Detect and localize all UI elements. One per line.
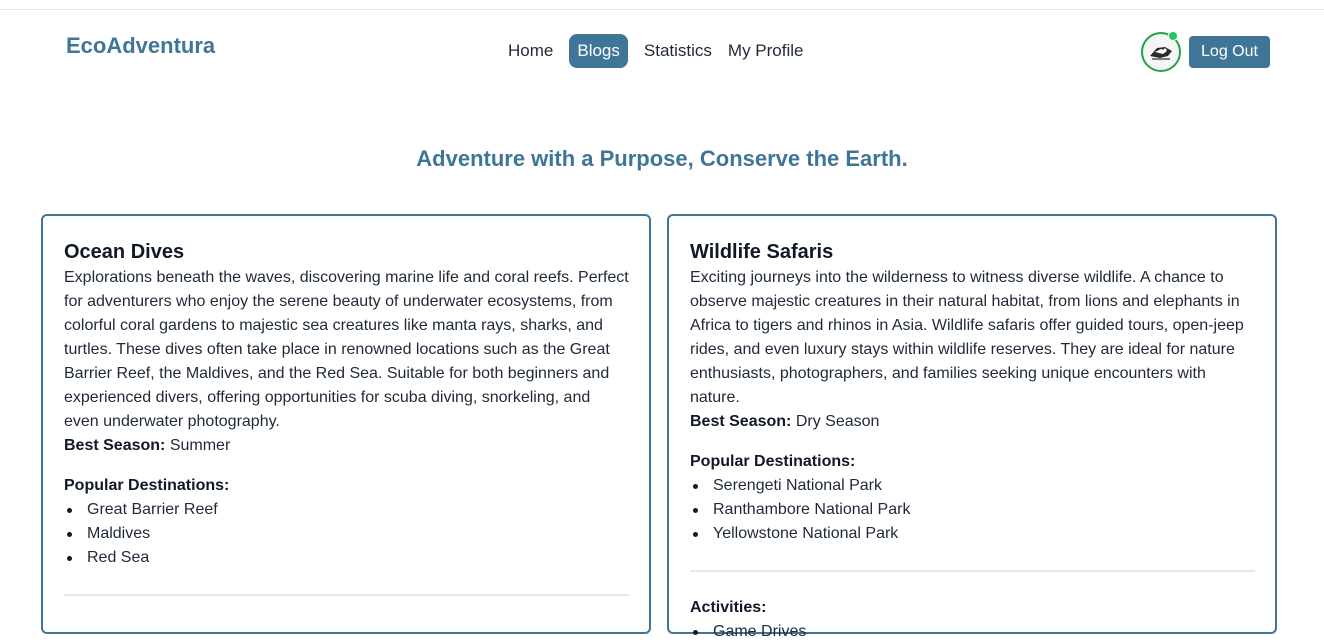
list-item: Serengeti National Park xyxy=(690,474,1255,498)
nav-my-profile[interactable]: My Profile xyxy=(720,37,812,65)
list-item: Game Drives xyxy=(690,620,1255,644)
list-item: Ranthambore National Park xyxy=(690,498,1255,522)
nav-blogs[interactable]: Blogs xyxy=(569,34,628,68)
nav-home[interactable]: Home xyxy=(500,37,561,65)
main-nav: Home Blogs Statistics My Profile xyxy=(500,34,812,68)
best-season-value: Summer xyxy=(169,437,231,454)
best-season-value: Dry Season xyxy=(795,413,880,430)
best-season: Best Season: Summer xyxy=(64,434,629,458)
destinations-heading: Popular Destinations: xyxy=(64,477,230,494)
brand-logo[interactable]: EcoAdventura xyxy=(66,33,215,59)
card-title: Ocean Dives xyxy=(64,241,185,263)
top-divider xyxy=(0,9,1324,10)
card-description: Explorations beneath the waves, discover… xyxy=(64,269,629,430)
nav-statistics[interactable]: Statistics xyxy=(636,37,720,65)
destinations-list: Great Barrier Reef Maldives Red Sea xyxy=(64,498,629,570)
best-season-label: Best Season: xyxy=(64,437,166,454)
card-divider xyxy=(64,594,629,596)
card-divider xyxy=(690,570,1255,572)
activities-list: Game Drives xyxy=(690,620,1255,644)
list-item: Red Sea xyxy=(64,546,629,570)
list-item: Great Barrier Reef xyxy=(64,498,629,522)
best-season-label: Best Season: xyxy=(690,413,792,430)
blog-card-wildlife-safaris: Wildlife Safaris Exciting journeys into … xyxy=(667,214,1277,640)
destinations-list: Serengeti National Park Ranthambore Nati… xyxy=(690,474,1255,546)
activities-heading: Activities: xyxy=(690,599,767,616)
list-item: Yellowstone National Park xyxy=(690,522,1255,546)
blog-card-ocean-dives: Ocean Dives Explorations beneath the wav… xyxy=(41,214,651,634)
logout-button[interactable]: Log Out xyxy=(1189,36,1270,68)
destinations-heading: Popular Destinations: xyxy=(690,453,856,470)
best-season: Best Season: Dry Season xyxy=(690,410,1255,434)
page-tagline: Adventure with a Purpose, Conserve the E… xyxy=(416,146,908,171)
card-title: Wildlife Safaris xyxy=(690,241,834,263)
list-item: Maldives xyxy=(64,522,629,546)
online-status-dot xyxy=(1168,31,1178,41)
card-description: Exciting journeys into the wilderness to… xyxy=(690,269,1244,406)
